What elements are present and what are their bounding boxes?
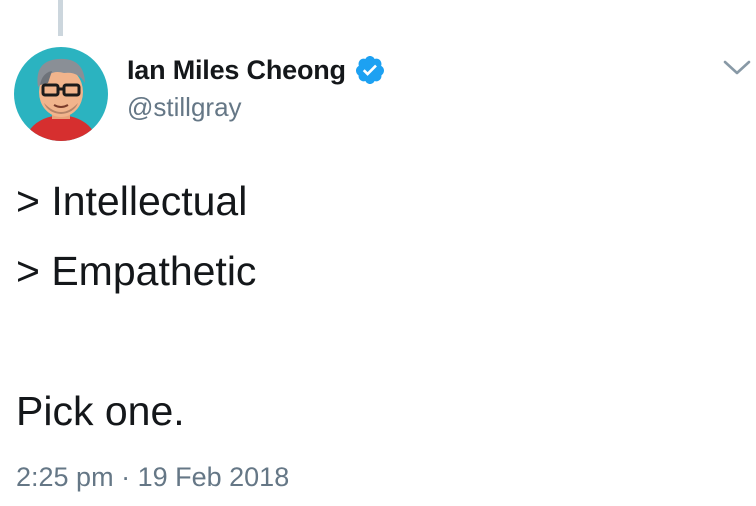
avatar-illustration [14, 47, 108, 141]
author-name-row[interactable]: Ian Miles Cheong [127, 52, 386, 88]
tweet-text-line: Pick one. [16, 388, 185, 434]
chevron-down-icon[interactable] [722, 58, 752, 78]
tweet-time: 2:25 pm [16, 462, 114, 492]
tweet-timestamp[interactable]: 2:25 pm · 19 Feb 2018 [16, 462, 289, 493]
tweet-body: > Intellectual > Empathetic Pick one. [16, 166, 256, 446]
avatar[interactable] [14, 47, 108, 141]
verified-badge-icon [355, 56, 384, 84]
tweet-text-line: > Intellectual [16, 178, 248, 224]
tweet-date: 19 Feb 2018 [137, 462, 290, 492]
timestamp-separator: · [121, 462, 131, 492]
thread-connector-line [58, 0, 63, 36]
tweet-text-line: > Empathetic [16, 248, 257, 294]
author-handle[interactable]: @stillgray [127, 92, 242, 123]
author-display-name[interactable]: Ian Miles Cheong [127, 55, 346, 86]
